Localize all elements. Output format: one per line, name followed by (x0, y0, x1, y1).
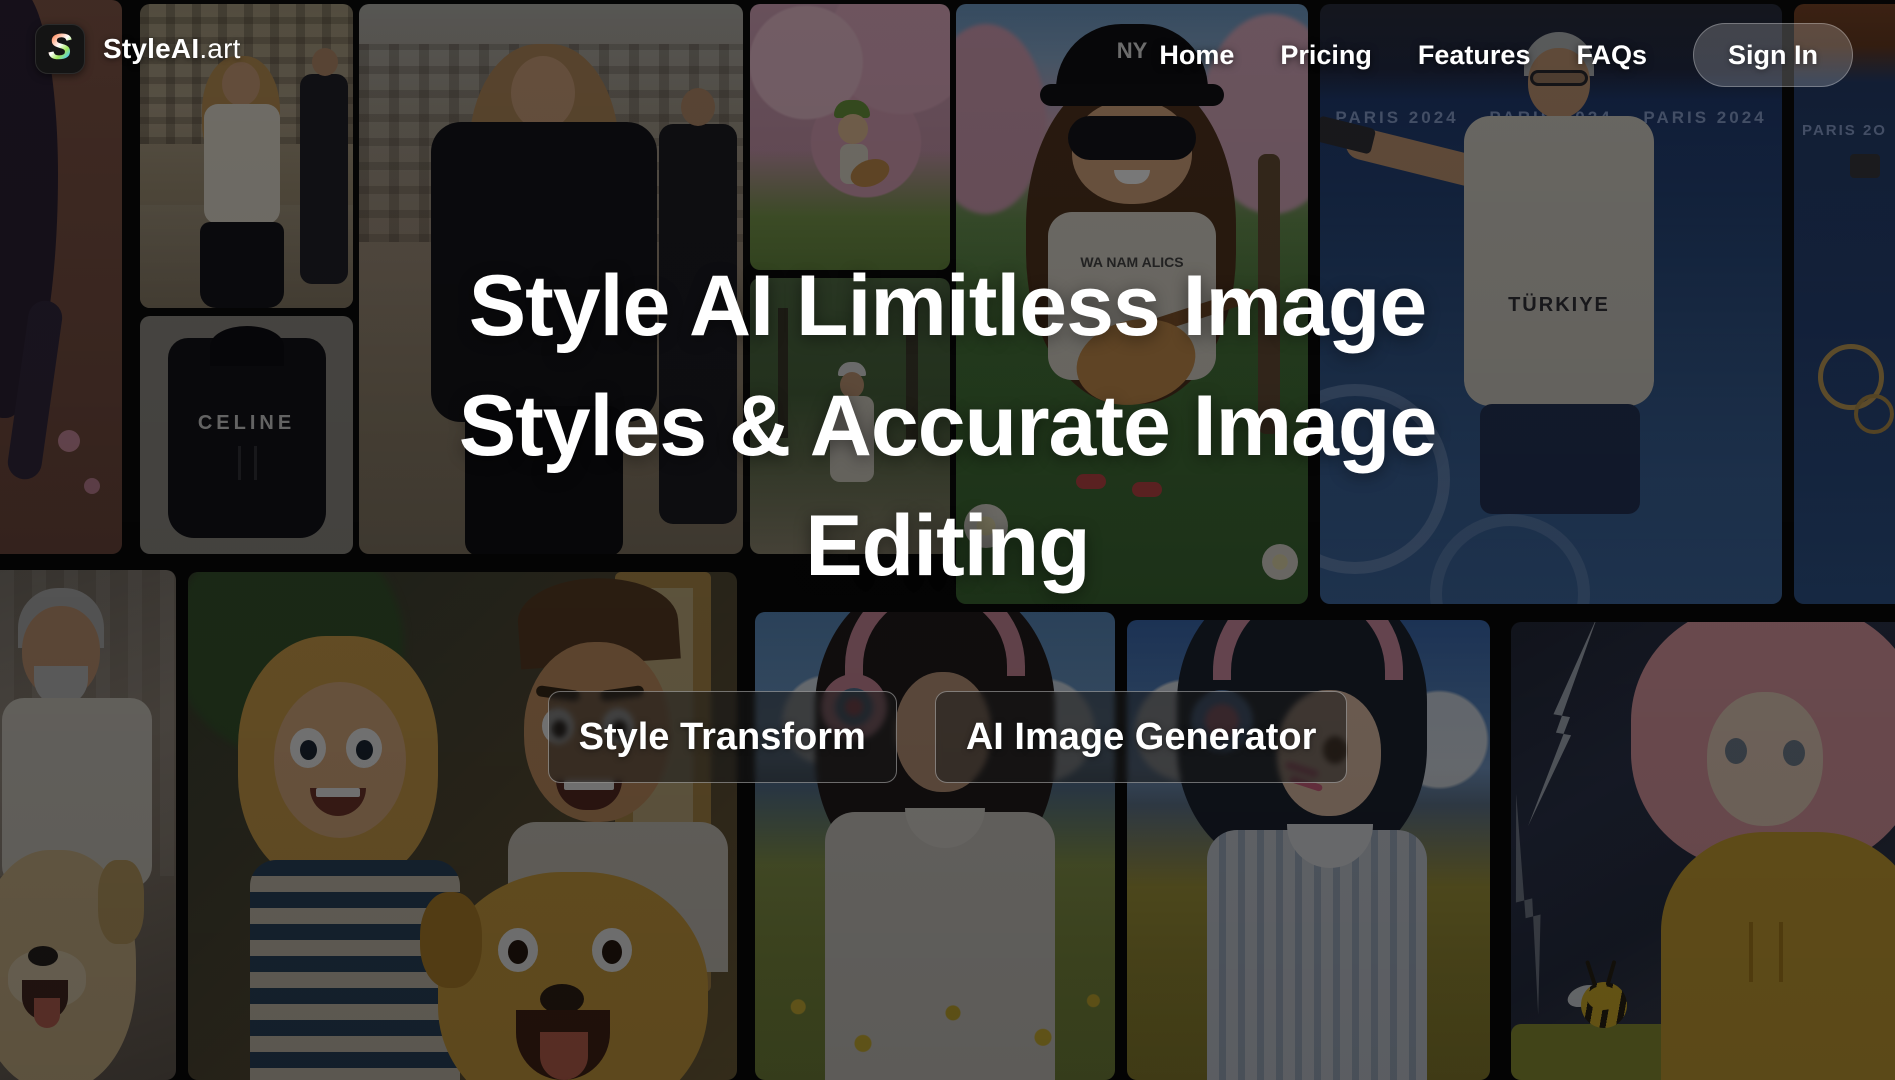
hero-title-line-2: Styles & Accurate Image (459, 378, 1437, 474)
hero-title-line-3: Editing (805, 498, 1089, 594)
style-transform-button[interactable]: Style Transform (548, 691, 897, 783)
sign-in-button[interactable]: Sign In (1693, 23, 1853, 87)
cta-row: Style Transform AI Image Generator (0, 691, 1895, 783)
hero-title: Style AI Limitless Image Styles & Accura… (0, 246, 1895, 606)
logo-s-glyph: S (48, 29, 72, 65)
brand-name-main: StyleAI (103, 33, 199, 64)
brand-logo-icon: S (35, 24, 85, 74)
nav-home[interactable]: Home (1159, 40, 1234, 71)
page: CELINE (0, 0, 1895, 1080)
brand-name: StyleAI.art (103, 33, 241, 65)
brand-name-suffix: .art (199, 33, 240, 64)
nav-pricing[interactable]: Pricing (1280, 40, 1372, 71)
main-nav: Home Pricing Features FAQs Sign In (1159, 23, 1853, 87)
ai-image-generator-button[interactable]: AI Image Generator (935, 691, 1348, 783)
hero-title-line-1: Style AI Limitless Image (469, 258, 1426, 354)
nav-features[interactable]: Features (1418, 40, 1531, 71)
nav-faqs[interactable]: FAQs (1576, 40, 1647, 71)
header: S StyleAI.art Home Pricing Features FAQs… (0, 0, 1895, 112)
brand[interactable]: S StyleAI.art (35, 24, 241, 74)
hero-section: Style AI Limitless Image Styles & Accura… (0, 0, 1895, 1080)
